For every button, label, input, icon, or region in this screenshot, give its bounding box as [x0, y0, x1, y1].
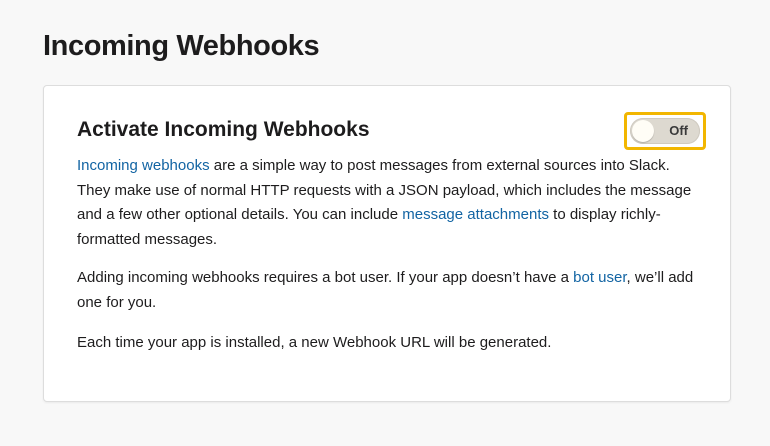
incoming-webhooks-link[interactable]: Incoming webhooks	[77, 157, 210, 174]
bot-user-link[interactable]: bot user	[573, 269, 626, 286]
activate-webhooks-toggle[interactable]: Off	[624, 112, 706, 150]
toggle-track: Off	[630, 118, 700, 144]
webhook-url-paragraph: Each time your app is installed, a new W…	[77, 334, 552, 351]
webhooks-card: Activate Incoming Webhooks Off Incoming …	[43, 85, 731, 402]
bot-user-paragraph: Adding incoming webhooks requires a bot …	[77, 266, 707, 315]
toggle-knob	[632, 120, 654, 142]
description-paragraph: Incoming webhooks are a simple way to po…	[77, 154, 707, 252]
bot-user-text-1: Adding incoming webhooks requires a bot …	[77, 269, 574, 286]
message-attachments-link[interactable]: message attachments	[402, 206, 549, 223]
toggle-state-label: Off	[669, 123, 688, 138]
section-title: Activate Incoming Webhooks	[77, 118, 370, 141]
page-title: Incoming Webhooks	[43, 30, 320, 62]
